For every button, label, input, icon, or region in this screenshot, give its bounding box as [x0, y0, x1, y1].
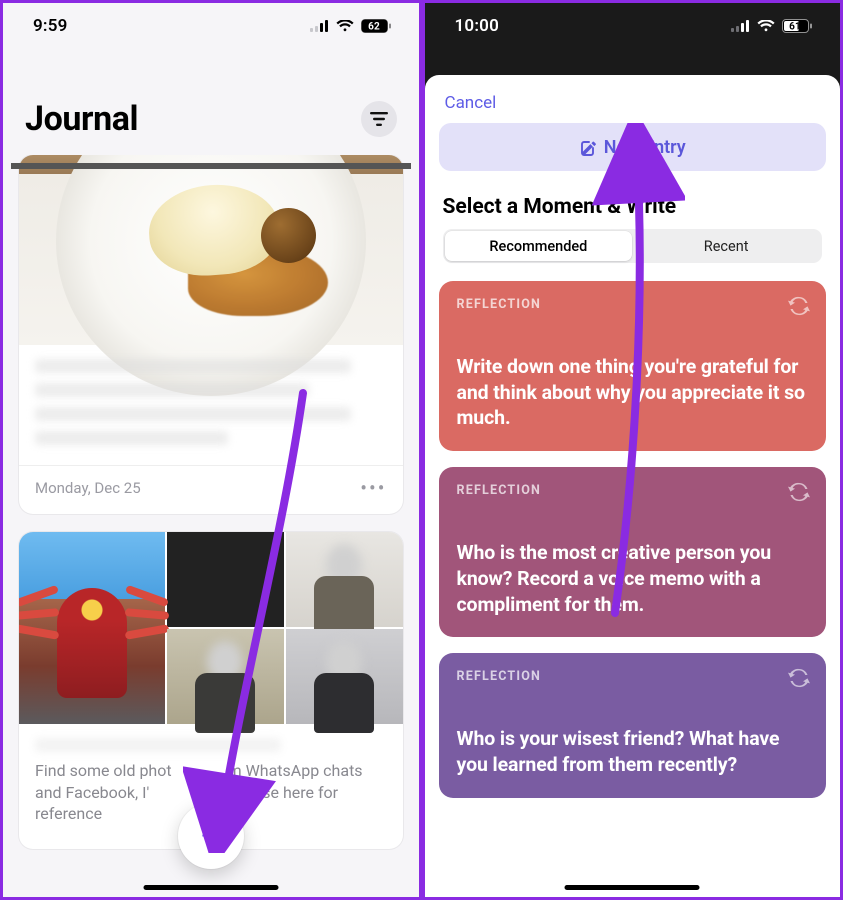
cellular-icon: [310, 20, 329, 32]
entry-more-button[interactable]: •••: [360, 476, 386, 500]
new-entry-fab[interactable]: +: [178, 803, 244, 869]
suggestion-card[interactable]: Find some old photm WhatsApp chats and F…: [19, 532, 403, 849]
compose-icon: [579, 138, 598, 157]
refresh-icon[interactable]: [786, 479, 812, 505]
prompt-category: REFLECTION: [457, 483, 809, 498]
section-title: Select a Moment & Write: [439, 195, 827, 229]
reflection-prompt-card[interactable]: REFLECTION Who is the most creative pers…: [439, 467, 827, 637]
status-bar: 10:00 61: [425, 3, 841, 49]
status-right: 61: [731, 19, 812, 33]
entry-date: Monday, Dec 25: [35, 479, 141, 497]
journal-entry-card[interactable]: Monday, Dec 25 •••: [19, 155, 403, 514]
status-right: 62: [310, 19, 391, 33]
prompt-category: REFLECTION: [457, 297, 809, 312]
entry-text-blurred: [19, 345, 403, 465]
refresh-icon[interactable]: [786, 665, 812, 691]
status-bar: 9:59 62: [3, 3, 419, 49]
plus-icon: +: [201, 819, 220, 853]
prompt-text: Who is the most creative person you know…: [457, 540, 809, 617]
svg-text:61: 61: [789, 22, 801, 33]
entry-photo: [19, 155, 403, 345]
battery-icon: 61: [782, 19, 812, 33]
tab-recommended[interactable]: Recommended: [445, 231, 633, 261]
reflection-prompt-card[interactable]: REFLECTION Write down one thing you're g…: [439, 281, 827, 451]
page-title: Journal: [25, 99, 138, 139]
status-time: 10:00: [455, 16, 499, 36]
refresh-icon[interactable]: [786, 293, 812, 319]
grid-photo: [286, 629, 403, 724]
status-time: 9:59: [33, 16, 68, 36]
home-indicator[interactable]: [565, 885, 700, 890]
prompt-text: Write down one thing you're grateful for…: [457, 354, 809, 431]
wifi-icon: [757, 20, 775, 32]
moment-tabs: Recommended Recent: [443, 229, 823, 263]
prompt-text: Who is your wisest friend? What have you…: [457, 726, 809, 777]
grid-photo: [167, 629, 284, 724]
grid-photo: [167, 532, 284, 627]
new-entry-button[interactable]: New Entry: [439, 123, 827, 171]
journal-home-screen: 9:59 62 Journal: [0, 0, 422, 900]
cancel-button[interactable]: Cancel: [439, 89, 827, 123]
tab-recent[interactable]: Recent: [632, 231, 820, 261]
journal-feed[interactable]: Monday, Dec 25 •••: [3, 155, 419, 897]
compose-sheet: Cancel New Entry Select a Moment & Write…: [425, 75, 841, 897]
grid-photo: [19, 532, 165, 724]
svg-text:62: 62: [368, 22, 380, 33]
filter-icon: [370, 112, 388, 126]
cellular-icon: [731, 20, 750, 32]
grid-photo: [286, 532, 403, 627]
new-entry-label: New Entry: [604, 137, 686, 158]
journal-header: Journal: [3, 49, 419, 155]
new-entry-sheet-screen: 10:00 61 Cancel New Entry Select a Momen…: [422, 0, 843, 900]
battery-icon: 62: [361, 19, 391, 33]
filter-button[interactable]: [361, 101, 397, 137]
wifi-icon: [336, 20, 354, 32]
home-indicator[interactable]: [143, 885, 278, 890]
photo-grid: [19, 532, 403, 724]
prompt-category: REFLECTION: [457, 669, 809, 684]
reflection-prompt-card[interactable]: REFLECTION Who is your wisest friend? Wh…: [439, 653, 827, 797]
